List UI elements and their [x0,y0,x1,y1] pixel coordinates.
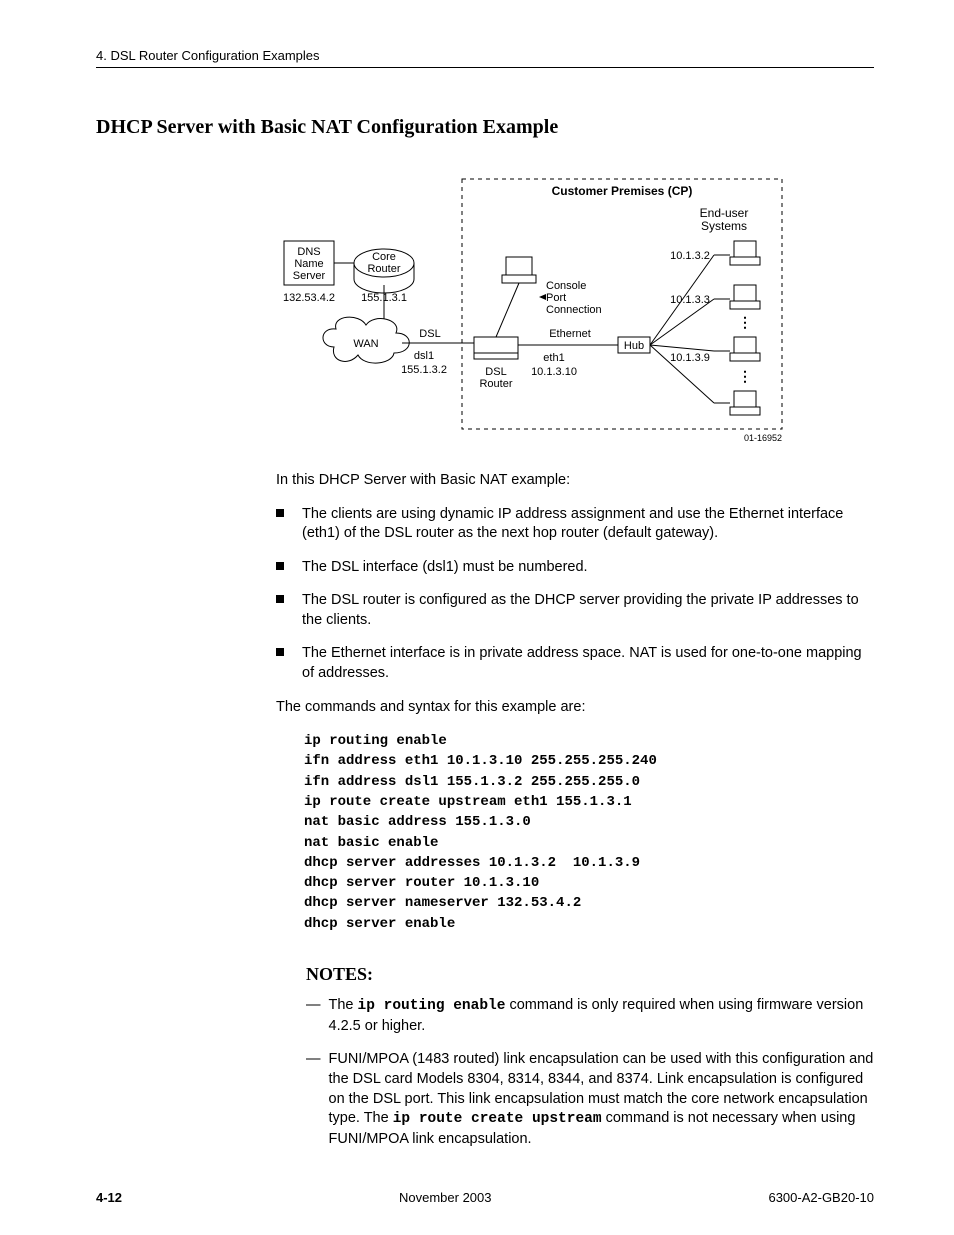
svg-text:⋮: ⋮ [738,314,752,330]
doc-id: 6300-A2-GB20-10 [768,1190,874,1205]
note-item: — FUNI/MPOA (1483 routed) link encapsula… [306,1050,874,1149]
pc-icon [730,241,760,265]
section-title: DHCP Server with Basic NAT Configuration… [96,116,874,139]
svg-text:155.1.3.2: 155.1.3.2 [401,364,447,376]
footer-date: November 2003 [399,1190,492,1205]
list-item: The clients are using dynamic IP address… [276,505,874,544]
pc-icon [730,337,760,361]
svg-text:Name: Name [294,258,323,270]
page-number: 4-12 [96,1190,122,1205]
svg-text:Connection: Connection [546,304,602,316]
svg-text:eth1: eth1 [543,352,564,364]
list-item: The Ethernet interface is in private add… [276,644,874,683]
list-item: The DSL interface (dsl1) must be numbere… [276,558,874,578]
inline-code: ip routing enable [358,998,506,1014]
svg-text:10.1.3.2: 10.1.3.2 [670,250,710,262]
svg-text:DSL: DSL [419,328,440,340]
bullet-list: The clients are using dynamic IP address… [276,505,874,684]
svg-text:DNS: DNS [297,246,320,258]
cp-label: Customer Premises (CP) [552,184,693,198]
svg-text:Server: Server [293,270,326,282]
svg-text:Hub: Hub [624,340,644,352]
svg-text:Router: Router [367,263,400,275]
page-footer: 4-12 November 2003 6300-A2-GB20-10 [96,1190,874,1205]
list-item: The DSL router is configured as the DHCP… [276,591,874,630]
svg-text:dsl1: dsl1 [414,350,434,362]
svg-text:DSL: DSL [485,366,506,378]
note-item: — The ip routing enable command is only … [306,996,874,1036]
svg-text:132.53.4.2: 132.53.4.2 [283,292,335,304]
svg-text:⋮: ⋮ [738,368,752,384]
svg-text:Console: Console [546,280,586,292]
notes-heading: NOTES: [306,962,874,986]
svg-text:WAN: WAN [353,338,378,350]
end-user-label: End-userSystems [700,206,749,233]
page-header: 4. DSL Router Configuration Examples [96,48,874,68]
svg-text:Port: Port [546,292,566,304]
pc-icon [730,391,760,415]
pc-icon [730,285,760,309]
network-diagram: Customer Premises (CP) End-userSystems D… [274,167,794,447]
svg-text:Core: Core [372,251,396,263]
svg-text:10.1.3.9: 10.1.3.9 [670,352,710,364]
svg-text:10.1.3.10: 10.1.3.10 [531,366,577,378]
svg-text:Ethernet: Ethernet [549,328,591,340]
svg-text:10.1.3.3: 10.1.3.3 [670,294,710,306]
commands-intro: The commands and syntax for this example… [276,698,874,718]
inline-code: ip route create upstream [393,1111,602,1127]
figure-id: 01-16952 [744,433,782,443]
intro-text: In this DHCP Server with Basic NAT examp… [276,471,874,491]
command-block: ip routing enable ifn address eth1 10.1.… [304,731,874,934]
svg-text:Router: Router [479,378,512,390]
